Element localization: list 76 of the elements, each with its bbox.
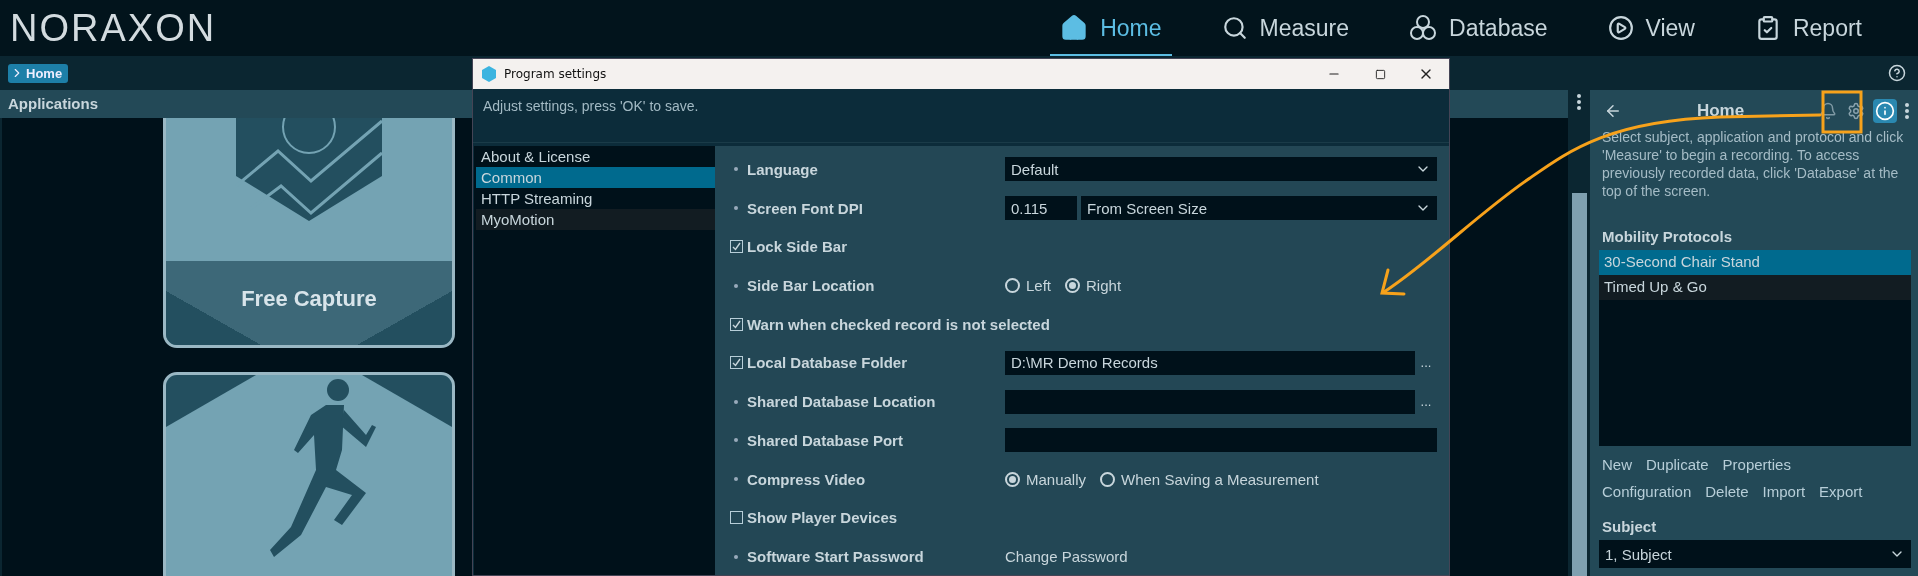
dpi-field[interactable]: 0.115 xyxy=(1005,196,1077,221)
setting-label: Warn when checked record is not selected xyxy=(747,315,1051,333)
sidebar-title: Home xyxy=(1695,101,1746,121)
application-card[interactable] xyxy=(163,372,455,576)
home-icon xyxy=(1060,14,1089,42)
category-item[interactable]: MyoMotion xyxy=(476,209,715,230)
application-card[interactable]: Free Capture xyxy=(163,118,455,348)
help-icon[interactable] xyxy=(1888,64,1906,82)
browse-button[interactable]: ... xyxy=(1415,394,1437,410)
bullet-icon xyxy=(734,438,738,443)
info-button[interactable] xyxy=(1873,99,1897,123)
category-item[interactable]: Common xyxy=(476,167,715,188)
setting-label: Lock Side Bar xyxy=(747,238,849,256)
dialog-subtitle: Adjust settings, press 'OK' to save. xyxy=(473,89,1449,143)
action-link[interactable]: Export xyxy=(1819,483,1863,500)
checkbox[interactable] xyxy=(729,511,743,525)
breadcrumb-home[interactable]: Home xyxy=(8,63,69,83)
action-link[interactable]: Delete xyxy=(1705,483,1749,500)
scrollbar[interactable] xyxy=(1571,193,1587,576)
setting-label: Software Start Password xyxy=(747,548,925,566)
info-icon xyxy=(1875,101,1895,121)
more-options-icon[interactable] xyxy=(1577,94,1581,110)
search-icon xyxy=(1221,15,1248,41)
action-link[interactable]: Properties xyxy=(1722,456,1791,473)
change-password-link[interactable]: Change Password xyxy=(1005,548,1415,566)
subject-heading: Subject xyxy=(1602,518,1658,535)
setting-label: Screen Font DPI xyxy=(747,199,864,217)
setting-label: Shared Database Location xyxy=(747,393,937,411)
nav-tab[interactable]: Report xyxy=(1744,0,1872,56)
bell-icon xyxy=(1819,102,1837,120)
action-link[interactable]: New xyxy=(1602,456,1632,473)
more-button[interactable] xyxy=(1903,101,1911,121)
sidebar-description: Select subject, application and protocol and click 'Measure' to begin a recording. To access previously recorded data, click 'Database' at the top of the screen. xyxy=(1602,128,1905,200)
action-link[interactable]: Duplicate xyxy=(1646,456,1709,473)
bullet-icon xyxy=(734,167,738,172)
setting-label: Compress Video xyxy=(747,470,867,488)
radio-option[interactable]: Right xyxy=(1065,277,1122,294)
dialog-title: Program settings xyxy=(504,67,607,81)
protocols-heading: Mobility Protocols xyxy=(1602,228,1733,245)
folder-path-field[interactable]: D:\MR Demo Records xyxy=(1005,350,1415,375)
protocol-item[interactable]: 30-Second Chair Stand xyxy=(1599,250,1911,275)
bullet-icon xyxy=(734,399,738,404)
radio-option[interactable]: Manually xyxy=(1005,470,1087,488)
bullet-icon xyxy=(734,283,738,288)
protocol-item[interactable]: Timed Up & Go xyxy=(1599,275,1911,300)
app-icon xyxy=(481,66,497,82)
port-field[interactable] xyxy=(1005,428,1437,453)
checkbox[interactable] xyxy=(729,240,743,254)
maximize-icon xyxy=(1374,68,1386,80)
circles-icon xyxy=(1409,14,1438,42)
action-link[interactable]: Configuration xyxy=(1602,483,1692,500)
radio-option[interactable]: Left xyxy=(1005,277,1052,294)
dpi-mode-select[interactable]: From Screen Size xyxy=(1081,196,1437,221)
setting-label: Shared Database Port xyxy=(747,431,904,449)
radio-option[interactable]: When Saving a Measurement xyxy=(1100,470,1319,488)
folder-path-field[interactable] xyxy=(1005,389,1415,414)
setting-label: Local Database Folder xyxy=(747,354,909,372)
browse-button[interactable]: ... xyxy=(1415,355,1437,371)
action-link[interactable]: Import xyxy=(1762,483,1806,500)
logo: NORAXON xyxy=(10,6,217,50)
setting-label: Language xyxy=(747,160,819,178)
subject-select[interactable]: 1, Subject xyxy=(1599,540,1911,568)
nav-tab[interactable]: Database xyxy=(1399,0,1558,56)
checkbox[interactable] xyxy=(729,317,743,331)
language-select[interactable]: Default xyxy=(1005,157,1437,182)
card-label: Free Capture xyxy=(166,261,452,345)
play-icon xyxy=(1607,15,1634,41)
more-options-icon xyxy=(1905,103,1909,119)
bullet-icon xyxy=(734,554,738,559)
checkbox[interactable] xyxy=(729,356,743,370)
nav-tab[interactable]: Measure xyxy=(1211,0,1360,56)
nav-tab[interactable]: View xyxy=(1597,0,1705,56)
bullet-icon xyxy=(734,206,738,211)
setting-label: Side Bar Location xyxy=(747,277,876,294)
bullet-icon xyxy=(734,477,738,482)
setting-label: Show Player Devices xyxy=(747,509,899,527)
